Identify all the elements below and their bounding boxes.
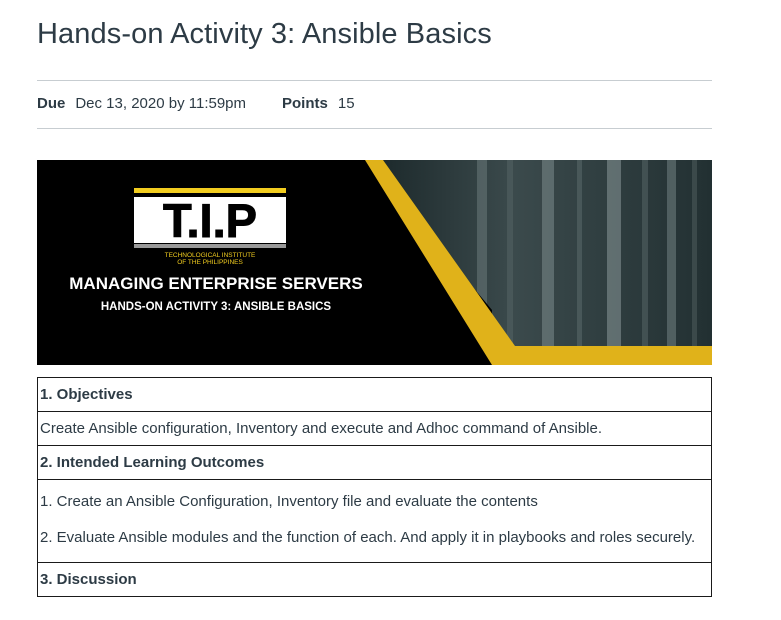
logo-text: T.I.P: [163, 194, 257, 247]
points-value: 15: [337, 95, 355, 112]
outcome-item: 1. Create an Ansible Configuration, Inve…: [40, 493, 538, 510]
outcomes-heading: 2. Intended Learning Outcomes: [37, 445, 712, 480]
course-banner: T.I.P TECHNOLOGICAL INSTITUTE OF THE PHI…: [37, 160, 712, 365]
outcomes-list: 1. Create an Ansible Configuration, Inve…: [37, 479, 712, 563]
institute-line2: OF THE PHILIPPINES: [177, 259, 243, 266]
divider: [37, 128, 712, 129]
divider: [37, 80, 712, 81]
assignment-details: Due Dec 13, 2020 by 11:59pm Points 15: [37, 95, 355, 112]
outcome-item: 2. Evaluate Ansible modules and the func…: [40, 529, 696, 546]
objectives-text: Create Ansible configuration, Inventory …: [37, 411, 712, 446]
course-title: MANAGING ENTERPRISE SERVERS: [69, 274, 362, 293]
points-label: Points: [282, 95, 328, 112]
discussion-heading: 3. Discussion: [37, 562, 712, 597]
due-label: Due: [37, 95, 66, 112]
activity-table: 1. Objectives Create Ansible configurati…: [37, 377, 712, 597]
due-date: Dec 13, 2020 by 11:59pm: [75, 95, 247, 112]
institute-line1: TECHNOLOGICAL INSTITUTE: [165, 252, 256, 259]
activity-title: HANDS-ON ACTIVITY 3: ANSIBLE BASICS: [101, 301, 332, 313]
page-title: Hands-on Activity 3: Ansible Basics: [37, 18, 492, 50]
objectives-heading: 1. Objectives: [37, 377, 712, 412]
